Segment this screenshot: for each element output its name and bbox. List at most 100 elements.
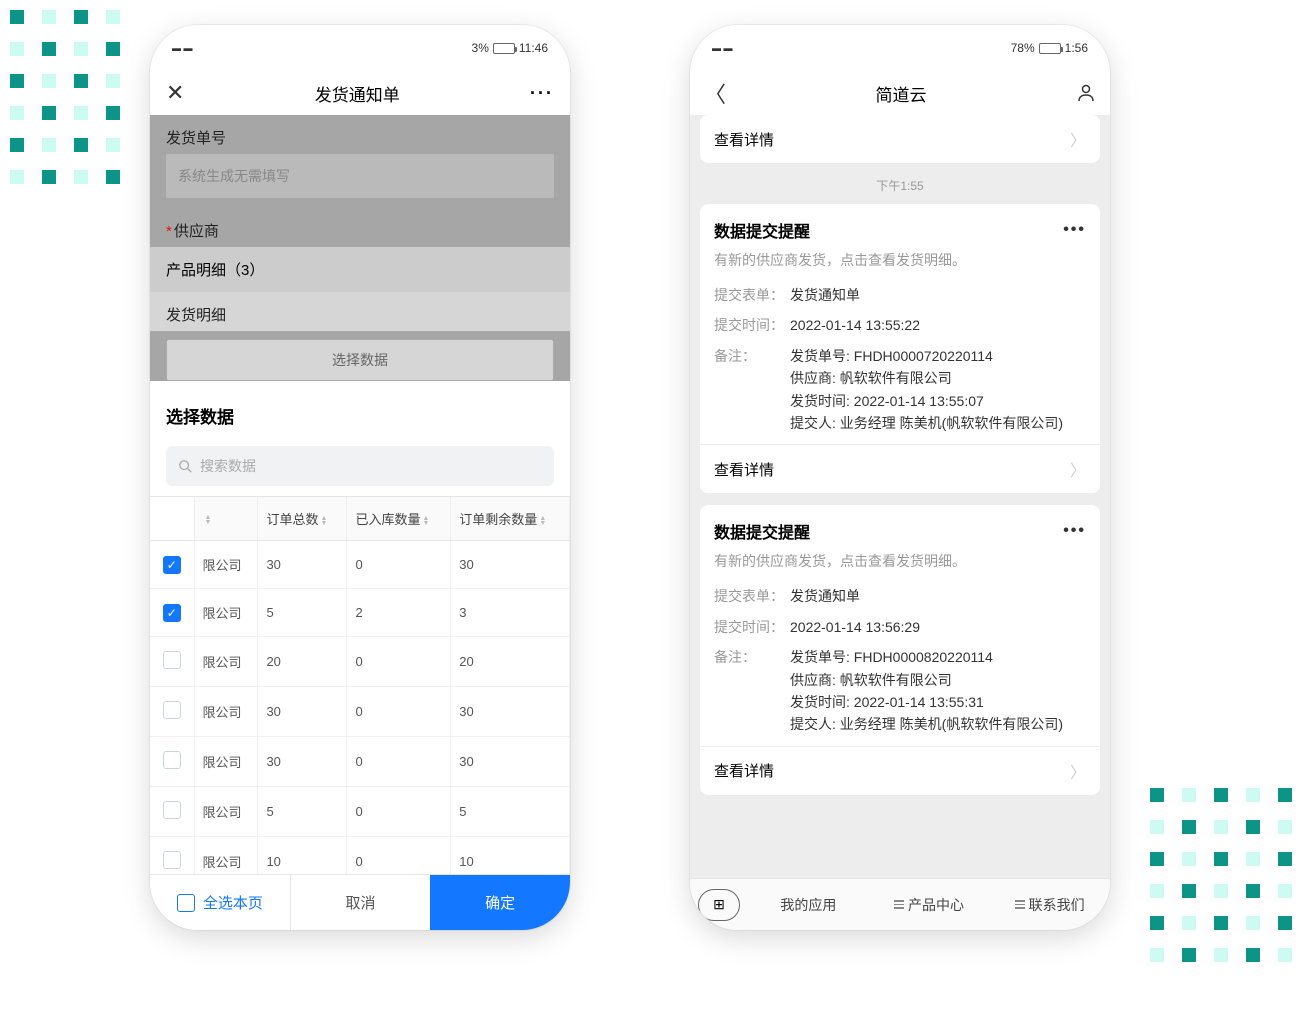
peek-card[interactable]: 查看详情 〉 [700,115,1100,163]
note-value: 发货单号: FHDH0000820220114 供应商: 帆软软件有限公司 发货… [790,646,1086,736]
tab-bar: ⊞ 我的应用 产品中心 联系我们 [690,878,1110,930]
row-checkbox[interactable]: ✓ [163,604,181,622]
row-checkbox[interactable] [163,701,181,719]
cell-remain: 30 [451,687,570,737]
modal-title: 选择数据 [150,389,570,442]
confirm-button[interactable]: 确定 [430,875,570,930]
chevron-right-icon: 〉 [1070,759,1086,783]
page-header: ✕ 发货通知单 ··· [150,71,570,115]
time-value: 2022-01-14 13:56:29 [790,616,1086,638]
select-data-button[interactable]: 选择数据 [166,339,554,381]
tab-my-apps[interactable]: 我的应用 [748,895,869,915]
cell-instock: 2 [347,589,451,637]
cell-company: 限公司 [194,787,258,837]
cell-instock: 0 [347,737,451,787]
tab-contact[interactable]: 联系我们 [989,895,1110,915]
select-all-checkbox[interactable] [177,894,195,912]
more-icon[interactable]: ··· [530,83,554,104]
form-label: 提交表单： [714,284,790,306]
signal-icon: ▬ ▬ [172,43,193,53]
time-label: 提交时间： [714,616,790,638]
signal-icon: ▬ ▬ [712,43,733,53]
page-title: 发货通知单 [315,81,400,106]
shipment-id-label: 发货单号 [150,115,570,154]
cell-company: 限公司 [194,737,258,787]
row-checkbox[interactable]: ✓ [163,556,181,574]
dimmed-form-area: 发货单号 系统生成无需填写 供应商 产品明细（3） 发货明细 选择数据 [150,115,570,381]
table-row[interactable]: ✓ 限公司 30 0 30 [150,541,570,589]
row-checkbox[interactable] [163,801,181,819]
col-order-total[interactable]: 订单总数▲▼ [258,497,347,541]
cell-total: 5 [258,787,347,837]
shipment-id-input[interactable]: 系统生成无需填写 [166,154,554,198]
chevron-right-icon: 〉 [1070,457,1086,481]
menu-icon [894,900,904,909]
cell-instock: 0 [347,787,451,837]
cancel-button[interactable]: 取消 [290,875,431,930]
keyboard-icon[interactable]: ⊞ [698,889,740,921]
cell-remain: 20 [451,637,570,687]
row-checkbox[interactable] [163,751,181,769]
search-icon [178,459,192,473]
checkbox-header [150,497,194,541]
cell-company: 限公司 [194,687,258,737]
time-label: 提交时间： [714,314,790,336]
cell-remain: 30 [451,737,570,787]
cell-company: 限公司 [194,541,258,589]
cell-remain: 5 [451,787,570,837]
cell-total: 30 [258,541,347,589]
bottom-action-bar: 全选本页 取消 确定 [150,874,570,930]
notification-card[interactable]: 数据提交提醒 ••• 有新的供应商发货，点击查看发货明细。 提交表单：发货通知单… [700,204,1100,493]
ship-detail-label: 发货明细 [150,292,570,331]
search-input[interactable]: 搜索数据 [166,446,554,486]
back-icon[interactable]: 〈 [704,77,726,109]
menu-icon [1015,900,1025,909]
chat-header: 〈 简道云 [690,71,1110,115]
cell-company: 限公司 [194,637,258,687]
col-remaining[interactable]: 订单剩余数量▲▼ [451,497,570,541]
select-all-button[interactable]: 全选本页 [150,875,290,930]
notification-card[interactable]: 数据提交提醒 ••• 有新的供应商发货，点击查看发货明细。 提交表单：发货通知单… [700,505,1100,794]
table-row[interactable]: 限公司 5 0 5 [150,787,570,837]
cell-remain: 3 [451,589,570,637]
table-row[interactable]: 限公司 30 0 30 [150,687,570,737]
table-row[interactable]: ✓ 限公司 5 2 3 [150,589,570,637]
card-subtitle: 有新的供应商发货，点击查看发货明细。 [714,250,1086,270]
table-row[interactable]: 限公司 20 0 20 [150,637,570,687]
battery-status: 3% 11:46 [472,41,548,55]
time-value: 2022-01-14 13:55:22 [790,314,1086,336]
tab-products[interactable]: 产品中心 [869,895,990,915]
phone-right: ▬ ▬ 78% 1:56 〈 简道云 查看详情 〉 下午1:55 数据提交提醒 … [690,25,1110,930]
supplier-label: 供应商 [150,208,570,247]
note-label: 备注： [714,345,790,435]
card-more-icon[interactable]: ••• [1063,221,1086,239]
product-detail-label: 产品明细（3） [150,247,570,292]
phone-notch [815,25,985,53]
cell-instock: 0 [347,687,451,737]
form-value: 发货通知单 [790,284,1086,306]
cell-company: 限公司 [194,589,258,637]
decoration-dots-br [1150,788,1292,962]
col-company[interactable]: ▲▼ [194,497,258,541]
data-table[interactable]: ▲▼ 订单总数▲▼ 已入库数量▲▼ 订单剩余数量▲▼ ✓ 限公司 30 0 30… [150,496,570,887]
battery-status: 78% 1:56 [1011,41,1088,55]
note-value: 发货单号: FHDH0000720220114 供应商: 帆软软件有限公司 发货… [790,345,1086,435]
phone-left: ▬ ▬ 3% 11:46 ✕ 发货通知单 ··· 发货单号 系统生成无需填写 供… [150,25,570,930]
view-detail-button[interactable]: 查看详情〉 [700,444,1100,493]
row-checkbox[interactable] [163,851,181,869]
chat-title: 简道云 [876,81,927,106]
form-label: 提交表单： [714,585,790,607]
card-more-icon[interactable]: ••• [1063,522,1086,540]
form-value: 发货通知单 [790,585,1086,607]
table-row[interactable]: 限公司 30 0 30 [150,737,570,787]
decoration-dots-tl [10,10,120,184]
col-in-stock[interactable]: 已入库数量▲▼ [347,497,451,541]
card-title: 数据提交提醒 [714,519,810,543]
profile-icon[interactable] [1076,83,1096,103]
phone-notch [275,25,445,53]
row-checkbox[interactable] [163,651,181,669]
cell-total: 30 [258,687,347,737]
close-icon[interactable]: ✕ [166,80,184,106]
view-detail-button[interactable]: 查看详情〉 [700,746,1100,795]
chat-body[interactable]: 查看详情 〉 下午1:55 数据提交提醒 ••• 有新的供应商发货，点击查看发货… [690,115,1110,878]
